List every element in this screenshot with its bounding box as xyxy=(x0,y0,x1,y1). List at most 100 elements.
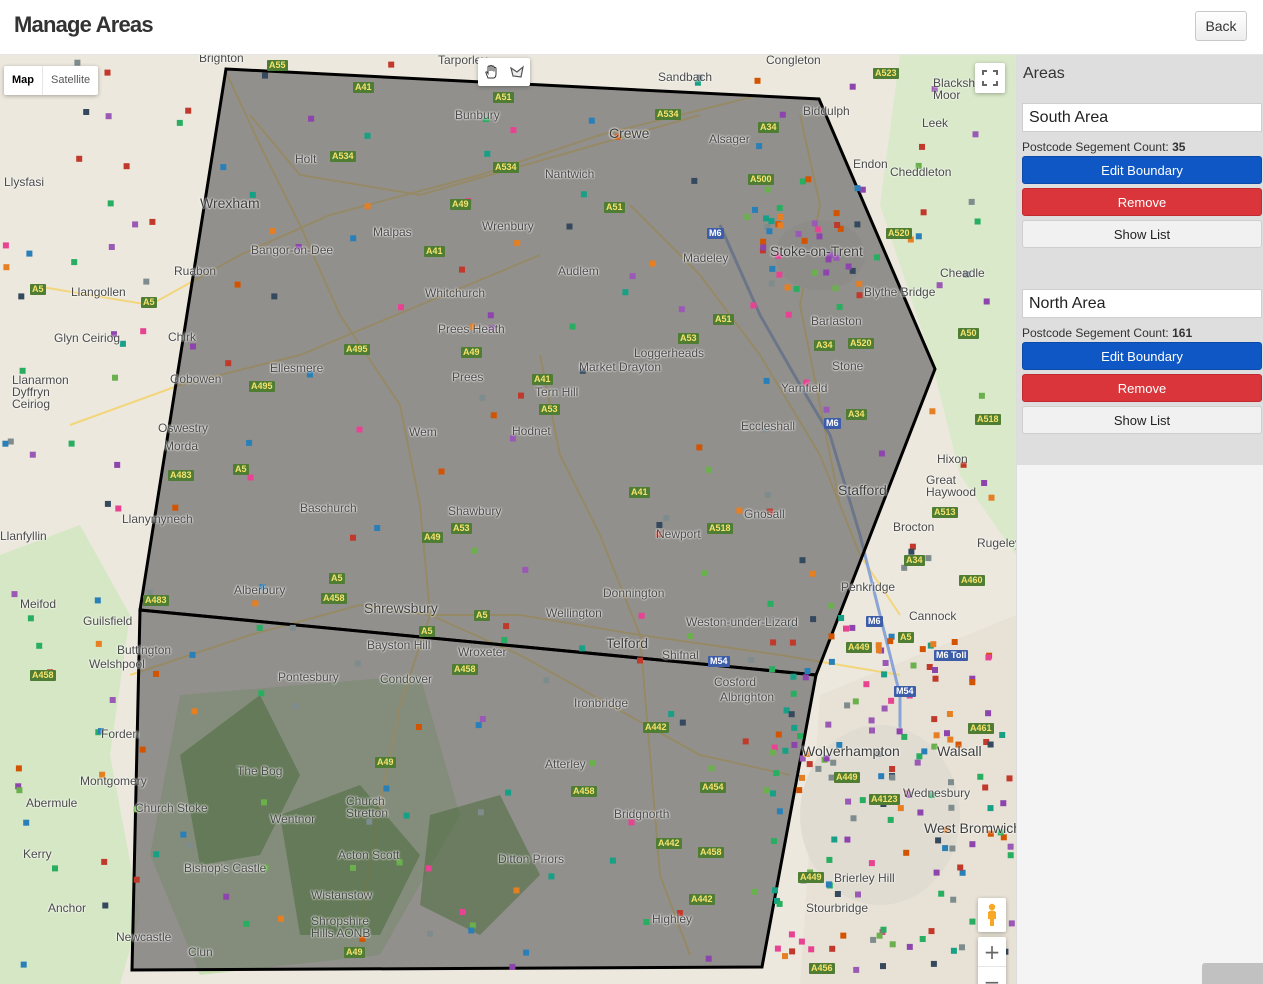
road-badge: A34 xyxy=(758,122,779,133)
map-place-label: Shropshire Hills AONB xyxy=(311,914,371,940)
road-badge: A483 xyxy=(168,470,194,481)
scroll-top-button[interactable] xyxy=(1202,963,1263,984)
postcode-marker xyxy=(768,218,775,225)
map-place-label: Ditton Priors xyxy=(498,852,565,866)
postcode-marker xyxy=(845,798,852,805)
map-place-label: Sandbach xyxy=(658,70,713,84)
postcode-marker xyxy=(487,312,494,319)
map-place-label: Pontesbury xyxy=(278,670,339,684)
map-view[interactable]: Brighton Tarporley Sandbach Congleton Biddul… xyxy=(0,55,1016,984)
postcode-marker xyxy=(143,278,150,285)
map-place-label: Brocton xyxy=(893,520,935,534)
road-badge: A449 xyxy=(798,872,824,883)
postcode-marker xyxy=(11,591,18,598)
postcode-marker xyxy=(856,292,863,299)
postcode-marker xyxy=(869,727,875,734)
postcode-marker xyxy=(176,119,183,126)
map-place-label: Llanymynech xyxy=(122,512,193,526)
back-button[interactable]: Back xyxy=(1195,11,1247,41)
street-view-button[interactable] xyxy=(978,898,1006,932)
postcode-marker xyxy=(629,273,636,280)
map-place-label: Blythe Bridge xyxy=(864,285,936,299)
postcode-marker xyxy=(805,176,812,183)
map-type-satellite-button[interactable]: Satellite xyxy=(43,66,98,95)
map-place-label: Forden xyxy=(101,727,140,741)
postcode-marker xyxy=(933,732,940,739)
postcode-marker xyxy=(261,799,267,806)
map-place-label: Bishop's Castle xyxy=(184,861,267,875)
road-badge: A458 xyxy=(571,786,597,797)
postcode-marker xyxy=(795,231,802,237)
road-badge: A458 xyxy=(30,670,56,681)
postcode-marker xyxy=(809,570,816,577)
road-badge: A449 xyxy=(834,772,860,783)
postcode-marker xyxy=(889,941,896,948)
remove-button[interactable]: Remove xyxy=(1022,374,1262,402)
postcode-marker xyxy=(459,909,466,915)
postcode-marker xyxy=(783,707,790,714)
polygon-draw-icon[interactable] xyxy=(504,58,530,86)
map-place-label: Wrexham xyxy=(200,195,260,211)
road-badge: A41 xyxy=(353,82,374,93)
map-place-label: Weston-under-Lizard xyxy=(686,615,798,629)
road-badge: A4123 xyxy=(869,794,900,805)
postcode-marker xyxy=(742,738,749,745)
postcode-marker xyxy=(806,761,813,768)
postcode-marker xyxy=(789,639,796,646)
postcode-marker xyxy=(769,666,776,673)
road-badge: M6 xyxy=(707,228,724,239)
postcode-marker xyxy=(262,72,268,79)
edit-boundary-button[interactable]: Edit Boundary xyxy=(1022,156,1262,184)
fullscreen-button[interactable] xyxy=(975,63,1005,93)
postcode-marker xyxy=(773,770,780,777)
area-name-input[interactable]: South Area xyxy=(1022,103,1262,132)
area-name-input[interactable]: North Area xyxy=(1022,289,1262,318)
road-badge: A449 xyxy=(846,642,872,653)
postcode-marker xyxy=(764,186,771,193)
road-badge: A513 xyxy=(932,507,958,518)
postcode-marker xyxy=(834,222,841,228)
map-place-label: Cheddleton xyxy=(890,165,952,179)
show-list-button[interactable]: Show List xyxy=(1022,220,1262,248)
show-list-button[interactable]: Show List xyxy=(1022,406,1262,434)
postcode-marker xyxy=(982,784,989,791)
map-place-label: Anchor xyxy=(48,901,87,915)
postcode-count: Postcode Segement Count: 35 xyxy=(1022,140,1262,154)
postcode-marker xyxy=(119,340,126,347)
map-place-label: Llangollen xyxy=(71,285,126,299)
remove-button[interactable]: Remove xyxy=(1022,188,1262,216)
map-type-map-button[interactable]: Map xyxy=(4,66,43,95)
road-badge: A5 xyxy=(233,464,249,475)
map-place-label: Ellesmere xyxy=(270,361,324,375)
road-badge: A41 xyxy=(629,487,650,498)
postcode-marker xyxy=(901,733,908,740)
postcode-marker xyxy=(790,673,797,680)
map-place-label: Shrewsbury xyxy=(364,600,438,616)
postcode-marker xyxy=(668,711,675,717)
map-place-label: Shifnal xyxy=(662,648,699,662)
postcode-marker xyxy=(691,177,698,184)
map-place-label: Oswestry xyxy=(158,421,209,435)
postcode-marker xyxy=(825,721,832,728)
road-badge: A520 xyxy=(886,228,912,239)
postcode-marker xyxy=(855,891,861,898)
postcode-marker xyxy=(988,494,995,501)
edit-boundary-button[interactable]: Edit Boundary xyxy=(1022,342,1262,370)
postcode-marker xyxy=(930,641,937,648)
postcode-marker xyxy=(109,697,116,703)
postcode-marker xyxy=(770,838,777,845)
zoom-out-button[interactable]: − xyxy=(978,967,1006,984)
postcode-marker xyxy=(643,919,650,925)
map-place-label: West Bromwich xyxy=(924,820,1016,836)
postcode-marker xyxy=(816,233,823,240)
map-place-label: Cannock xyxy=(909,609,957,623)
map-place-label: Tern Hill xyxy=(535,385,579,399)
postcode-marker xyxy=(831,836,838,843)
zoom-in-button[interactable]: + xyxy=(978,937,1006,967)
hand-icon[interactable] xyxy=(478,58,504,86)
postcode-marker xyxy=(776,900,783,907)
postcode-marker xyxy=(969,841,976,848)
postcode-marker xyxy=(416,724,422,730)
map-place-label: Endon xyxy=(853,157,888,171)
postcode-marker xyxy=(256,624,263,631)
